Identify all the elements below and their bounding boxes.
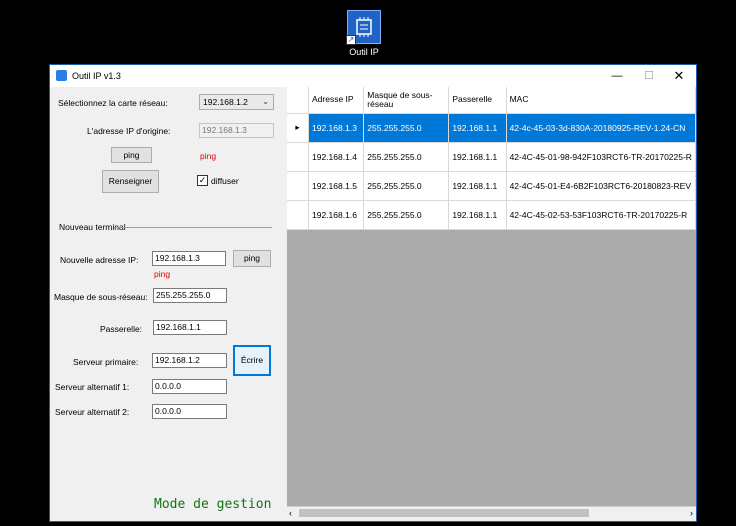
group-divider <box>114 227 272 228</box>
cell-mac[interactable]: 42-4C-45-01-E4-6B2F103RCT6-20180823-REV <box>506 171 696 201</box>
row-header[interactable] <box>287 171 310 201</box>
cell-gateway[interactable]: 192.168.1.1 <box>448 113 507 143</box>
gateway-field[interactable]: 192.168.1.1 <box>153 320 227 335</box>
window-app-icon <box>56 70 67 81</box>
network-card-select-value: 192.168.1.2 <box>203 97 248 107</box>
new-ip-field[interactable]: 192.168.1.3 <box>152 251 226 266</box>
cell-mask[interactable]: 255.255.255.0 <box>363 200 450 230</box>
subnet-mask-label: Masque de sous-réseau: <box>54 292 148 302</box>
app-icon: ↗ <box>346 10 381 45</box>
window-title: Outil IP v1.3 <box>72 71 121 81</box>
network-card-select[interactable]: 192.168.1.2 ⌄ <box>199 94 274 110</box>
desktop-icon-label: Outil IP <box>349 47 379 57</box>
primary-server-label: Serveur primaire: <box>73 357 139 367</box>
alt-server-1-field[interactable]: 0.0.0.0 <box>152 379 227 394</box>
alt-server-2-label: Serveur alternatif 2: <box>55 407 130 417</box>
row-header[interactable] <box>287 200 310 230</box>
original-ip-label: L'adresse IP d'origine: <box>87 126 171 136</box>
row-header[interactable] <box>287 142 310 172</box>
cell-mac[interactable]: 42-4C-45-02-53-53F103RCT6-TR-20170225-R <box>506 200 696 230</box>
network-card-label: Sélectionnez la carte réseau: <box>58 98 168 108</box>
table-header-row: Adresse IP Masque de sous-réseau Passere… <box>287 87 696 114</box>
cell-ip[interactable]: 192.168.1.3 <box>308 113 365 143</box>
gateway-label: Passerelle: <box>100 324 143 334</box>
chevron-down-icon: ⌄ <box>262 97 269 106</box>
mode-label: Mode de gestion <box>154 497 272 512</box>
cell-gateway[interactable]: 192.168.1.1 <box>448 142 507 172</box>
ping-button-2[interactable]: ping <box>233 250 271 267</box>
cell-ip[interactable]: 192.168.1.4 <box>308 142 365 172</box>
cell-mac[interactable]: 42-4C-45-01-98-942F103RCT6-TR-20170225-R <box>506 142 696 172</box>
cell-ip[interactable]: 192.168.1.5 <box>308 171 365 201</box>
close-button[interactable]: ✕ <box>664 65 694 87</box>
cell-ip[interactable]: 192.168.1.6 <box>308 200 365 230</box>
scroll-left-arrow-icon[interactable]: ‹ <box>289 507 292 519</box>
table-row[interactable]: 192.168.1.5 255.255.255.0 192.168.1.1 42… <box>287 171 696 201</box>
cell-gateway[interactable]: 192.168.1.1 <box>448 171 507 201</box>
cell-mask[interactable]: 255.255.255.0 <box>363 171 450 201</box>
new-ip-label: Nouvelle adresse IP: <box>60 255 139 265</box>
maximize-button[interactable]: ☐ <box>634 65 664 87</box>
table-row[interactable]: 192.168.1.6 255.255.255.0 192.168.1.1 42… <box>287 200 696 230</box>
original-ip-field: 192.168.1.3 <box>199 123 274 138</box>
device-table: Adresse IP Masque de sous-réseau Passere… <box>287 87 696 230</box>
ping-button-1[interactable]: ping <box>111 147 152 163</box>
title-bar[interactable]: Outil IP v1.3 — ☐ ✕ <box>50 65 696 87</box>
cell-mask[interactable]: 255.255.255.0 <box>363 142 450 172</box>
cell-mac[interactable]: 42-4c-45-03-3d-830A-20180925-REV-1.24-CN <box>506 113 696 143</box>
subnet-mask-field[interactable]: 255.255.255.0 <box>153 288 227 303</box>
config-panel: Sélectionnez la carte réseau: 192.168.1.… <box>50 87 286 521</box>
scrollbar-thumb[interactable] <box>299 509 589 517</box>
column-header-gateway[interactable]: Passerelle <box>448 87 507 114</box>
diffuser-label: diffuser <box>211 176 239 186</box>
renseigner-button[interactable]: Renseigner <box>102 170 159 193</box>
column-header-ip[interactable]: Adresse IP <box>308 87 365 114</box>
column-header-mask[interactable]: Masque de sous-réseau <box>363 87 450 114</box>
table-row[interactable]: ▸ 192.168.1.3 255.255.255.0 192.168.1.1 … <box>287 113 696 143</box>
horizontal-scrollbar[interactable]: ‹ › <box>287 506 696 519</box>
primary-server-field[interactable]: 192.168.1.2 <box>152 353 227 368</box>
row-header-corner <box>287 87 310 114</box>
alt-server-2-field[interactable]: 0.0.0.0 <box>152 404 227 419</box>
write-button[interactable]: Écrire <box>233 345 271 376</box>
minimize-button[interactable]: — <box>602 65 632 87</box>
desktop-icon-outil-ip[interactable]: ↗ Outil IP <box>336 10 392 57</box>
app-window: Outil IP v1.3 — ☐ ✕ Sélectionnez la cart… <box>49 64 697 522</box>
diffuser-checkbox[interactable]: ✓ <box>197 175 208 186</box>
column-header-mac[interactable]: MAC <box>506 87 696 114</box>
ping-status-2: ping <box>154 269 171 279</box>
shortcut-arrow-icon: ↗ <box>346 35 356 45</box>
cell-gateway[interactable]: 192.168.1.1 <box>448 200 507 230</box>
ping-status-1: ping <box>200 151 217 161</box>
cell-mask[interactable]: 255.255.255.0 <box>363 113 450 143</box>
table-row[interactable]: 192.168.1.4 255.255.255.0 192.168.1.1 42… <box>287 142 696 172</box>
alt-server-1-label: Serveur alternatif 1: <box>55 382 130 392</box>
row-selector-icon[interactable]: ▸ <box>287 113 310 143</box>
device-grid[interactable]: Adresse IP Masque de sous-réseau Passere… <box>287 87 696 519</box>
scroll-right-arrow-icon[interactable]: › <box>690 507 693 519</box>
